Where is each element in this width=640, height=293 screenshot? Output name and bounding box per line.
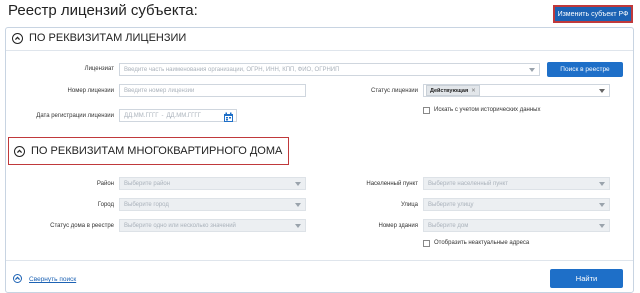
city-label: Город xyxy=(97,202,114,208)
house-status-placeholder: Выберите одно или несколько значений xyxy=(124,222,236,229)
search-registry-button[interactable]: Поиск в реестре xyxy=(547,62,623,77)
district-select[interactable]: Выберите район xyxy=(119,177,306,190)
change-subject-button[interactable]: Изменить субъект РФ xyxy=(553,5,633,23)
house-status-select[interactable]: Выберите одно или несколько значений xyxy=(119,219,306,232)
license-status-label: Статус лицензии xyxy=(371,88,418,94)
license-number-input[interactable]: Введите номер лицензии xyxy=(119,84,306,97)
settlement-label: Населенный пункт xyxy=(366,181,418,187)
reg-date-label: Дата регистрации лицензии xyxy=(36,113,114,119)
chevron-down-icon xyxy=(295,203,301,207)
date-from-placeholder[interactable]: ДД.ММ.ГГГГ xyxy=(124,113,158,119)
chevron-down-icon xyxy=(295,182,301,186)
settlement-placeholder: Выберите населенный пункт xyxy=(428,180,508,187)
building-section-header[interactable]: ПО РЕКВИЗИТАМ МНОГОКВАРТИРНОГО ДОМА xyxy=(14,145,282,157)
street-label: Улица xyxy=(400,202,418,208)
collapse-chevron-icon xyxy=(14,145,25,157)
collapse-search-link[interactable]: Свернуть поиск xyxy=(29,276,76,283)
city-placeholder: Выберите город xyxy=(124,201,169,208)
collapse-search-icon[interactable] xyxy=(13,274,22,283)
reg-date-range-input[interactable]: ДД.ММ.ГГГГ - ДД.ММ.ГГГГ xyxy=(119,109,237,122)
historical-data-label[interactable]: Искать с учетом исторических данных xyxy=(434,107,541,113)
collapse-chevron-icon xyxy=(12,32,23,44)
house-status-label: Статус дома в реестре xyxy=(50,223,114,229)
chevron-down-icon xyxy=(599,224,605,228)
chevron-down-icon xyxy=(599,182,605,186)
chevron-down-icon xyxy=(529,68,535,72)
status-tag[interactable]: Действующая ✕ xyxy=(426,85,480,96)
license-section-header[interactable]: ПО РЕКВИЗИТАМ ЛИЦЕНЗИИ xyxy=(12,32,186,44)
date-to-placeholder[interactable]: ДД.ММ.ГГГГ xyxy=(166,113,200,119)
irrelevant-addresses-label[interactable]: Отобразить неактуальные адреса xyxy=(434,240,529,246)
chevron-down-icon xyxy=(599,89,605,93)
license-number-placeholder: Введите номер лицензии xyxy=(124,87,195,94)
street-placeholder: Выберите улицу xyxy=(428,201,474,208)
calendar-icon[interactable] xyxy=(223,110,234,122)
chevron-down-icon xyxy=(295,224,301,228)
licensee-input[interactable]: Введите часть наименования организации, … xyxy=(119,63,540,76)
building-number-select[interactable]: Выберите дом xyxy=(423,219,610,232)
status-tag-label: Действующая xyxy=(430,87,469,94)
building-number-placeholder: Выберите дом xyxy=(428,222,469,229)
license-status-select[interactable]: Действующая ✕ xyxy=(423,84,610,97)
irrelevant-addresses-checkbox[interactable] xyxy=(423,240,430,247)
building-number-label: Номер здания xyxy=(378,223,418,229)
historical-data-checkbox[interactable] xyxy=(423,107,430,114)
district-label: Район xyxy=(96,181,114,187)
footer-divider xyxy=(6,260,633,261)
license-number-label: Номер лицензии xyxy=(67,88,114,94)
city-select[interactable]: Выберите город xyxy=(119,198,306,211)
chevron-down-icon xyxy=(599,203,605,207)
building-section-title: ПО РЕКВИЗИТАМ МНОГОКВАРТИРНОГО ДОМА xyxy=(31,145,283,157)
street-select[interactable]: Выберите улицу xyxy=(423,198,610,211)
licensee-placeholder: Введите часть наименования организации, … xyxy=(124,66,340,73)
date-separator: - xyxy=(161,112,164,119)
settlement-select[interactable]: Выберите населенный пункт xyxy=(423,177,610,190)
remove-tag-icon[interactable]: ✕ xyxy=(471,88,476,94)
license-section-title: ПО РЕКВИЗИТАМ ЛИЦЕНЗИИ xyxy=(29,32,187,44)
district-placeholder: Выберите район xyxy=(124,180,171,187)
licensee-label: Лицензиат xyxy=(84,66,114,72)
page-title: Реестр лицензий субъекта: xyxy=(8,2,198,19)
section-divider xyxy=(6,50,633,51)
find-button[interactable]: Найти xyxy=(550,269,623,288)
